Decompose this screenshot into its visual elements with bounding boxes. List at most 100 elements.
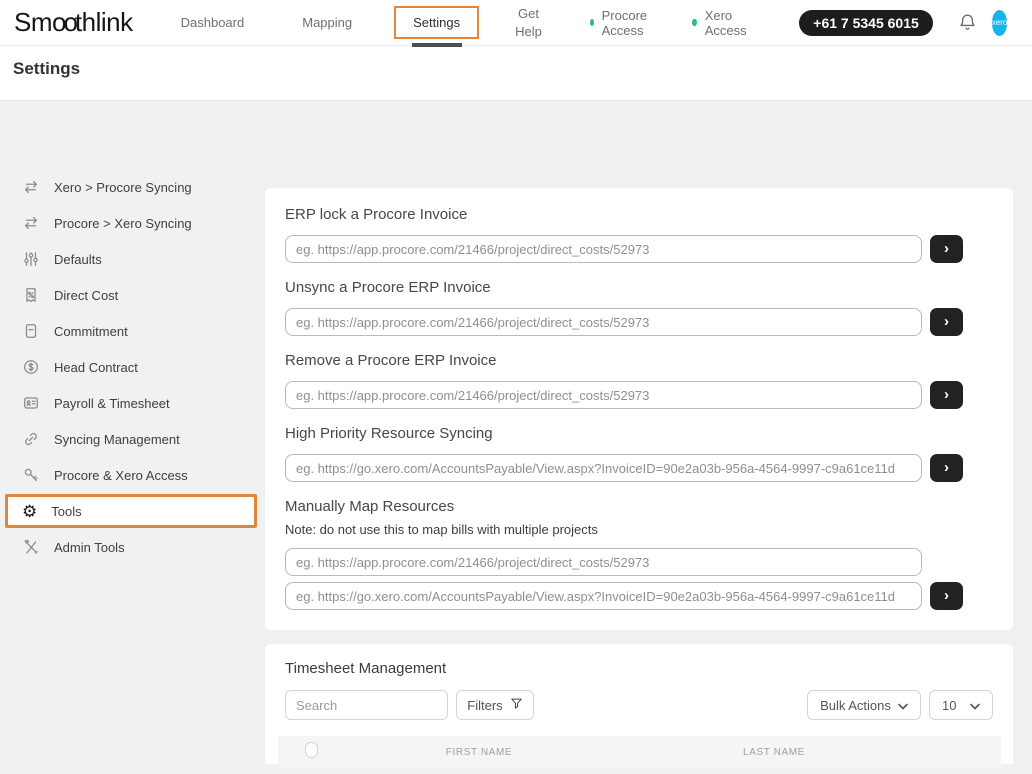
brand-logo[interactable]: Smoothlink xyxy=(14,7,133,38)
chevron-down-icon xyxy=(898,698,908,713)
unsync-url-input[interactable] xyxy=(285,308,922,336)
map-xero-url-input[interactable] xyxy=(285,582,922,610)
xero-status-dot-icon xyxy=(692,19,696,26)
sidebar-item-tools[interactable]: ⚙ Tools xyxy=(5,494,257,528)
tools-card: ERP lock a Procore Invoice › Unsync a Pr… xyxy=(265,188,1013,630)
bell-icon[interactable] xyxy=(957,12,978,34)
section-title: Manually Map Resources xyxy=(285,498,993,515)
sidebar-item-defaults[interactable]: Defaults xyxy=(0,241,265,277)
section-title: Remove a Procore ERP Invoice xyxy=(285,352,993,369)
link-icon xyxy=(22,430,40,448)
map-procore-url-input[interactable] xyxy=(285,548,922,576)
sidebar-item-syncing-management[interactable]: Syncing Management xyxy=(0,421,265,457)
sidebar-item-label: Head Contract xyxy=(54,360,138,375)
sync-arrows-icon xyxy=(22,214,40,232)
logo-text: Sm xyxy=(14,7,52,37)
sidebar-item-label: Admin Tools xyxy=(54,540,125,555)
procore-access-label: Procore Access xyxy=(602,8,651,38)
chevron-right-icon: › xyxy=(944,314,949,329)
chevron-right-icon: › xyxy=(944,460,949,475)
filters-button[interactable]: Filters xyxy=(456,690,534,720)
erp-lock-url-input[interactable] xyxy=(285,235,922,263)
page-size-select[interactable]: 10 xyxy=(929,690,993,720)
sidebar-item-head-contract[interactable]: Head Contract xyxy=(0,349,265,385)
page-title: Settings xyxy=(13,59,1019,79)
section-remove: Remove a Procore ERP Invoice › xyxy=(285,352,993,409)
remove-submit-button[interactable]: › xyxy=(930,381,963,409)
sidebar-item-procore-xero-access[interactable]: Procore & Xero Access xyxy=(0,457,265,493)
section-note: Note: do not use this to map bills with … xyxy=(285,522,993,537)
active-tab-indicator xyxy=(412,43,462,47)
sidebar-item-label: Syncing Management xyxy=(54,432,180,447)
xero-access-label: Xero Access xyxy=(705,8,750,38)
xero-avatar[interactable]: xero xyxy=(992,10,1008,36)
sidebar-item-label: Procore & Xero Access xyxy=(54,468,188,483)
nav-settings-label: Settings xyxy=(413,15,460,30)
column-header-first-name: FIRST NAME xyxy=(324,747,634,758)
dollar-circle-icon xyxy=(22,358,40,376)
column-header-last-name: LAST NAME xyxy=(634,747,914,758)
timesheet-card: Timesheet Management Filters Bulk Action… xyxy=(265,644,1013,764)
crossed-tools-icon xyxy=(22,538,40,556)
remove-url-input[interactable] xyxy=(285,381,922,409)
xero-access-status[interactable]: Xero Access xyxy=(692,8,749,38)
main-panel: ERP lock a Procore Invoice › Unsync a Pr… xyxy=(265,101,1032,767)
sidebar-item-label: Direct Cost xyxy=(54,288,118,303)
sidebar-item-xero-procore-syncing[interactable]: Xero > Procore Syncing xyxy=(0,169,265,205)
section-title: ERP lock a Procore Invoice xyxy=(285,206,993,223)
high-priority-url-input[interactable] xyxy=(285,454,922,482)
sidebar-item-direct-cost[interactable]: Direct Cost xyxy=(0,277,265,313)
timesheet-title: Timesheet Management xyxy=(285,660,993,677)
section-erp-lock: ERP lock a Procore Invoice › xyxy=(285,206,993,263)
sync-arrows-icon xyxy=(22,178,40,196)
sidebar-item-payroll-timesheet[interactable]: Payroll & Timesheet xyxy=(0,385,265,421)
nav-mapping[interactable]: Mapping xyxy=(302,15,352,30)
section-unsync: Unsync a Procore ERP Invoice › xyxy=(285,279,993,336)
unsync-submit-button[interactable]: › xyxy=(930,308,963,336)
funnel-icon xyxy=(510,697,523,713)
bulk-actions-label: Bulk Actions xyxy=(820,698,891,713)
sidebar-item-label: Procore > Xero Syncing xyxy=(54,216,192,231)
chevron-right-icon: › xyxy=(944,588,949,603)
sidebar-item-label: Xero > Procore Syncing xyxy=(54,180,192,195)
id-badge-icon xyxy=(22,394,40,412)
bulk-actions-button[interactable]: Bulk Actions xyxy=(807,690,921,720)
sidebar-item-admin-tools[interactable]: Admin Tools xyxy=(0,529,265,565)
get-help-line1: Get xyxy=(515,5,542,23)
phone-number-badge[interactable]: +61 7 5345 6015 xyxy=(799,10,933,36)
section-manually-map: Manually Map Resources Note: do not use … xyxy=(285,498,993,610)
document-icon xyxy=(22,322,40,340)
erp-lock-submit-button[interactable]: › xyxy=(930,235,963,263)
sidebar-item-procore-xero-syncing[interactable]: Procore > Xero Syncing xyxy=(0,205,265,241)
chevron-right-icon: › xyxy=(944,241,949,256)
get-help-line2: Help xyxy=(515,23,542,41)
chevron-right-icon: › xyxy=(944,387,949,402)
map-submit-button[interactable]: › xyxy=(930,582,963,610)
sidebar-item-label: Defaults xyxy=(54,252,102,267)
settings-sidebar: Xero > Procore Syncing Procore > Xero Sy… xyxy=(0,101,265,767)
procore-status-dot-icon xyxy=(590,19,594,26)
nav-dashboard[interactable]: Dashboard xyxy=(181,15,245,30)
sidebar-item-label: Tools xyxy=(51,504,81,519)
logo-text-suffix: thlink xyxy=(75,7,133,37)
sliders-icon xyxy=(22,250,40,268)
timesheet-table-header: FIRST NAME LAST NAME xyxy=(278,736,1001,767)
search-input[interactable] xyxy=(285,690,448,720)
top-navbar: Smoothlink Dashboard Mapping Settings Ge… xyxy=(0,0,1032,46)
filters-label: Filters xyxy=(467,698,502,713)
section-title: High Priority Resource Syncing xyxy=(285,425,993,442)
section-high-priority: High Priority Resource Syncing › xyxy=(285,425,993,482)
high-priority-submit-button[interactable]: › xyxy=(930,454,963,482)
sidebar-item-commitment[interactable]: Commitment xyxy=(0,313,265,349)
timesheet-controls: Filters Bulk Actions 10 xyxy=(285,690,993,720)
chain-link-oo-icon: oo xyxy=(52,7,75,37)
nav-get-help[interactable]: Get Help xyxy=(515,5,542,40)
sidebar-item-label: Payroll & Timesheet xyxy=(54,396,170,411)
sidebar-item-label: Commitment xyxy=(54,324,128,339)
content-area: Xero > Procore Syncing Procore > Xero Sy… xyxy=(0,101,1032,767)
nav-settings[interactable]: Settings xyxy=(394,6,479,39)
receipt-percent-icon xyxy=(22,286,40,304)
select-all-checkbox[interactable] xyxy=(305,742,318,758)
procore-access-status[interactable]: Procore Access xyxy=(590,8,651,38)
gear-icon: ⚙ xyxy=(22,503,37,520)
